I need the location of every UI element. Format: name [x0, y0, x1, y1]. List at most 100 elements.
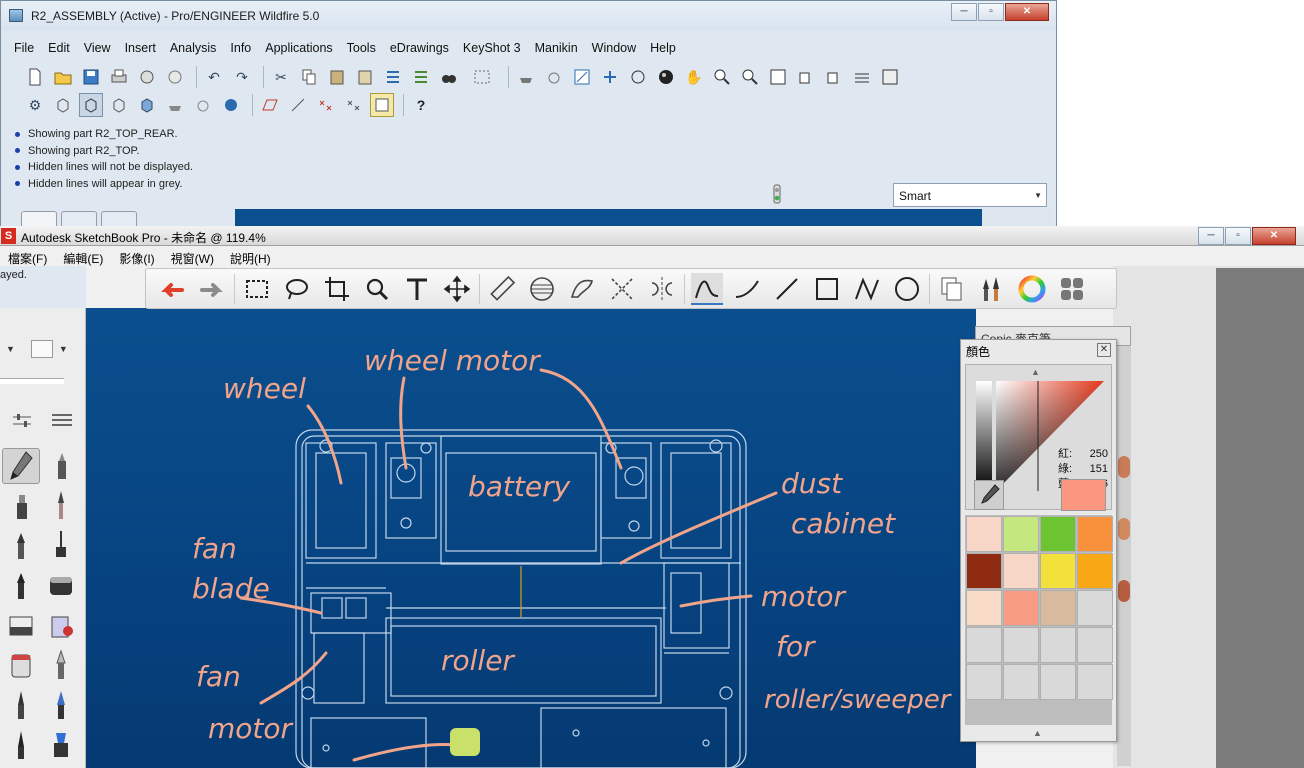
color-swatch[interactable]: [966, 590, 1002, 626]
redo-icon[interactable]: [196, 273, 228, 305]
tab-folder-browser[interactable]: [61, 211, 97, 227]
menu-file[interactable]: 檔案(F): [0, 247, 55, 266]
menu-file[interactable]: File: [7, 37, 41, 59]
menu-window[interactable]: Window: [585, 37, 643, 59]
csys-display-icon[interactable]: [342, 93, 366, 117]
blur-tool-icon[interactable]: [42, 648, 80, 684]
color-swatch[interactable]: [1003, 627, 1039, 663]
menu-edrawings[interactable]: eDrawings: [383, 37, 456, 59]
orient-mode-icon[interactable]: [570, 65, 594, 89]
chisel-brush-icon[interactable]: [2, 688, 40, 724]
chevron-down-icon[interactable]: ▼: [59, 344, 68, 354]
minimize-button[interactable]: ─: [1198, 227, 1224, 245]
undo-icon[interactable]: [156, 273, 188, 305]
mail-attach-icon[interactable]: [163, 65, 187, 89]
redo-icon[interactable]: ↷: [230, 65, 254, 89]
airbrush-icon[interactable]: [2, 488, 40, 524]
menu-applications[interactable]: Applications: [258, 37, 339, 59]
saved-views-icon[interactable]: [822, 65, 846, 89]
selection-filter-dropdown[interactable]: Smart ▼: [893, 183, 1047, 207]
color-swatch[interactable]: [1003, 516, 1039, 552]
paintbrush-icon[interactable]: [42, 488, 80, 524]
symmetry-x-icon[interactable]: [606, 273, 638, 305]
tab-favorites[interactable]: [101, 211, 137, 227]
point-symbol-icon[interactable]: [314, 93, 338, 117]
maximize-button[interactable]: ▫: [978, 3, 1004, 21]
menu-edit[interactable]: Edit: [41, 37, 77, 59]
datum-axes-icon[interactable]: [191, 93, 215, 117]
felt-pen-icon[interactable]: [2, 568, 40, 604]
crop-icon[interactable]: [321, 273, 353, 305]
french-curve-icon[interactable]: [566, 273, 598, 305]
settings-gear-icon[interactable]: ⚙: [23, 93, 47, 117]
select-box-icon[interactable]: [465, 65, 499, 89]
menu-analysis[interactable]: Analysis: [163, 37, 224, 59]
context-help-icon[interactable]: ?: [409, 93, 433, 117]
smooth-stroke-icon[interactable]: [731, 273, 763, 305]
repaint-icon[interactable]: [514, 65, 538, 89]
paint-bucket-icon[interactable]: [42, 608, 80, 644]
shading-icon[interactable]: [135, 93, 159, 117]
brush-list-icon[interactable]: [30, 340, 53, 358]
cut-icon[interactable]: ✂: [269, 65, 293, 89]
color-swatch[interactable]: [966, 664, 1002, 700]
zoom-out-icon[interactable]: [738, 65, 762, 89]
mail-icon[interactable]: [135, 65, 159, 89]
brush-size-list-icon[interactable]: [50, 412, 74, 430]
save-icon[interactable]: [79, 65, 103, 89]
view-manager-icon[interactable]: [794, 65, 818, 89]
ellipse-tool-icon[interactable]: [891, 273, 923, 305]
menu-insert[interactable]: Insert: [118, 37, 163, 59]
paste-icon[interactable]: [325, 65, 349, 89]
pencil-brush-icon[interactable]: [2, 448, 40, 484]
color-swatch[interactable]: [966, 516, 1002, 552]
copic-library-icon[interactable]: [1056, 273, 1088, 305]
text-tool-icon[interactable]: [401, 273, 433, 305]
color-swatch[interactable]: [1077, 553, 1113, 589]
color-swatch[interactable]: [1040, 627, 1076, 663]
hidden-line-icon[interactable]: [79, 93, 103, 117]
freehand-stroke-icon[interactable]: [691, 272, 723, 305]
ink-pen-icon[interactable]: [42, 528, 80, 564]
menu-tools[interactable]: Tools: [340, 37, 383, 59]
color-swatch[interactable]: [1077, 516, 1113, 552]
zoom-icon[interactable]: [361, 273, 393, 305]
ellipse-guide-icon[interactable]: [526, 273, 558, 305]
datum-display-icon[interactable]: [598, 65, 622, 89]
eyedropper-icon[interactable]: [974, 480, 1004, 510]
color-swatch[interactable]: [1040, 590, 1076, 626]
color-swatch[interactable]: [966, 627, 1002, 663]
color-wheel-icon[interactable]: [1016, 273, 1048, 305]
plane-display-icon[interactable]: [258, 93, 282, 117]
no-hidden-icon[interactable]: [107, 93, 131, 117]
point-display-icon[interactable]: [219, 93, 243, 117]
print-icon[interactable]: [107, 65, 131, 89]
drawing-canvas[interactable]: wheel wheel motor battery dust cabinet f…: [86, 308, 976, 768]
brush-palette-icon[interactable]: [976, 273, 1008, 305]
hard-eraser-icon[interactable]: [2, 608, 40, 644]
brush-pen-icon[interactable]: [2, 728, 40, 764]
wireframe-icon[interactable]: [51, 93, 75, 117]
ruler-icon[interactable]: [486, 273, 518, 305]
rect-select-icon[interactable]: [241, 273, 273, 305]
menu-help[interactable]: 說明(H): [222, 247, 279, 266]
proe-graphics-area[interactable]: [235, 209, 982, 227]
menu-help[interactable]: Help: [643, 37, 683, 59]
chevron-down-icon[interactable]: ▼: [6, 344, 15, 354]
line-tool-icon[interactable]: [771, 273, 803, 305]
appearance-icon[interactable]: [654, 65, 678, 89]
color-swatch[interactable]: [1040, 664, 1076, 700]
tab-model-tree[interactable]: [21, 211, 57, 227]
color-swatch[interactable]: [1077, 627, 1113, 663]
refit-icon[interactable]: [766, 65, 790, 89]
spin-center-icon[interactable]: [542, 65, 566, 89]
color-swatch[interactable]: [1040, 516, 1076, 552]
color-swatch[interactable]: [1077, 664, 1113, 700]
copic-swatch[interactable]: [1118, 518, 1130, 540]
color-swatch[interactable]: [1040, 553, 1076, 589]
copy-icon[interactable]: [297, 65, 321, 89]
proe-title-bar[interactable]: R2_ASSEMBLY (Active) - Pro/ENGINEER Wild…: [1, 1, 1056, 31]
paste-special-icon[interactable]: [353, 65, 377, 89]
maximize-button[interactable]: ▫: [1225, 227, 1251, 245]
chevron-down-icon[interactable]: ▲: [1033, 728, 1042, 738]
